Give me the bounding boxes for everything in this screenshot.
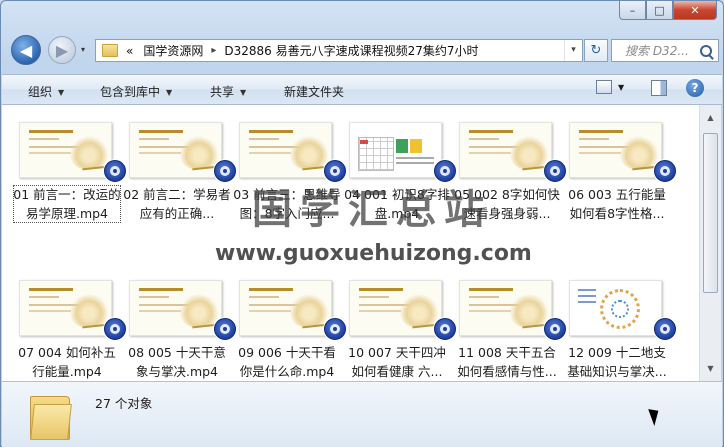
share-menu[interactable]: 共享 ▼ bbox=[210, 83, 246, 100]
search-placeholder: 搜索 D32... bbox=[625, 44, 689, 58]
scroll-down-icon[interactable]: ▼ bbox=[702, 360, 719, 377]
video-thumbnail bbox=[239, 122, 332, 178]
file-name: 06 003 五行能量如何看8字性格... bbox=[568, 187, 666, 221]
new-folder-button[interactable]: 新建文件夹 bbox=[284, 83, 344, 100]
video-thumbnail bbox=[459, 122, 552, 178]
back-arrow-icon: ◀ bbox=[19, 40, 33, 60]
video-thumbnail bbox=[19, 280, 112, 336]
file-name: 01 前言一：改运的易学原理.mp4 bbox=[13, 185, 121, 223]
back-button[interactable]: ◀ bbox=[11, 35, 41, 65]
media-player-icon bbox=[544, 318, 566, 340]
file-name: 11 008 天干五合如何看感情与性... bbox=[457, 345, 557, 379]
address-bar[interactable]: « 国学资源网 ▸ D32886 易善元八字速成课程视频27集约7小时 ▾ bbox=[95, 39, 583, 62]
refresh-icon: ↻ bbox=[590, 43, 602, 58]
file-name: 02 前言二：学易者应有的正确... bbox=[123, 187, 231, 221]
command-bar: 组织 ▼ 包含到库中 ▼ 共享 ▼ 新建文件夹 bbox=[2, 74, 722, 105]
media-player-icon bbox=[434, 160, 456, 182]
maximize-button[interactable]: □ bbox=[646, 1, 673, 20]
breadcrumb-overflow[interactable]: « bbox=[126, 44, 133, 58]
change-view-icon[interactable] bbox=[596, 80, 612, 94]
preview-pane-icon[interactable] bbox=[651, 80, 667, 96]
media-player-icon bbox=[104, 318, 126, 340]
address-dropdown[interactable]: ▾ bbox=[564, 40, 582, 61]
close-button[interactable]: ✕ bbox=[673, 1, 717, 20]
forward-button[interactable]: ▶ bbox=[48, 36, 76, 64]
video-thumbnail bbox=[129, 122, 222, 178]
recent-pages-dropdown[interactable]: ▾ bbox=[81, 45, 85, 54]
video-thumbnail bbox=[129, 280, 222, 336]
media-player-icon bbox=[544, 160, 566, 182]
chevron-down-icon: ▼ bbox=[240, 88, 247, 97]
details-pane: 27 个对象 bbox=[2, 381, 722, 447]
help-icon[interactable]: ? bbox=[686, 79, 704, 97]
video-thumbnail bbox=[349, 122, 442, 178]
chevron-down-icon: ▼ bbox=[166, 88, 173, 97]
item-count: 27 个对象 bbox=[95, 396, 153, 411]
minimize-button[interactable]: – bbox=[619, 1, 646, 20]
video-thumbnail bbox=[19, 122, 112, 178]
vertical-scrollbar[interactable]: ▲ ▼ bbox=[699, 105, 721, 381]
search-icon[interactable] bbox=[700, 44, 712, 57]
file-name: 09 006 十天干看你是什么命.mp4 bbox=[238, 345, 336, 379]
video-thumbnail bbox=[459, 280, 552, 336]
file-name: 08 005 十天干意象与掌决.mp4 bbox=[128, 345, 226, 379]
file-name: 03 前言三：思维导图：8字入门应... bbox=[233, 187, 341, 221]
file-name: 05 002 8字如何快速看身强身弱... bbox=[454, 187, 560, 221]
window-controls: – □ ✕ bbox=[619, 1, 717, 20]
breadcrumb-separator-icon[interactable]: ▸ bbox=[211, 45, 216, 56]
include-in-library-menu[interactable]: 包含到库中 ▼ bbox=[100, 83, 172, 100]
video-thumbnail bbox=[569, 280, 662, 336]
refresh-button[interactable]: ↻ bbox=[584, 39, 608, 62]
video-thumbnail bbox=[349, 280, 442, 336]
breadcrumb-item[interactable]: 国学资源网 bbox=[143, 42, 203, 59]
scrollbar-thumb[interactable] bbox=[703, 133, 718, 293]
video-thumbnail bbox=[239, 280, 332, 336]
scroll-up-icon[interactable]: ▲ bbox=[702, 109, 719, 126]
explorer-window: – □ ✕ ◀ ▶ ▾ « 国学资源网 ▸ D32886 易善元八字速成课程视频… bbox=[0, 0, 724, 447]
view-dropdown-icon[interactable]: ▼ bbox=[618, 83, 624, 92]
media-player-icon bbox=[214, 318, 236, 340]
media-player-icon bbox=[214, 160, 236, 182]
search-input[interactable]: 搜索 D32... bbox=[611, 39, 719, 62]
breadcrumb-item[interactable]: D32886 易善元八字速成课程视频27集约7小时 bbox=[224, 42, 478, 59]
file-name: 07 004 如何补五行能量.mp4 bbox=[18, 345, 116, 379]
file-name: 10 007 天干四冲如何看健康 六... bbox=[348, 345, 446, 379]
file-name: 12 009 十二地支基础知识与掌决... bbox=[567, 345, 667, 379]
organize-menu[interactable]: 组织 ▼ bbox=[28, 83, 64, 100]
media-player-icon bbox=[324, 318, 346, 340]
watermark-url: www.guoxuehuizong.com bbox=[215, 241, 532, 266]
media-player-icon bbox=[654, 160, 676, 182]
media-player-icon bbox=[434, 318, 456, 340]
media-player-icon bbox=[104, 160, 126, 182]
folder-icon bbox=[30, 392, 72, 440]
file-list[interactable]: 01 前言一：改运的易学原理.mp4 02 前言二：学易者应有的正确... 03 前… bbox=[2, 105, 699, 381]
file-name: 04 001 初识8字排盘.mp4 bbox=[344, 187, 450, 221]
forward-arrow-icon: ▶ bbox=[55, 40, 69, 60]
media-player-icon bbox=[654, 318, 676, 340]
video-thumbnail bbox=[569, 122, 662, 178]
chevron-down-icon: ▼ bbox=[58, 88, 65, 97]
folder-icon bbox=[102, 44, 118, 57]
media-player-icon bbox=[324, 160, 346, 182]
